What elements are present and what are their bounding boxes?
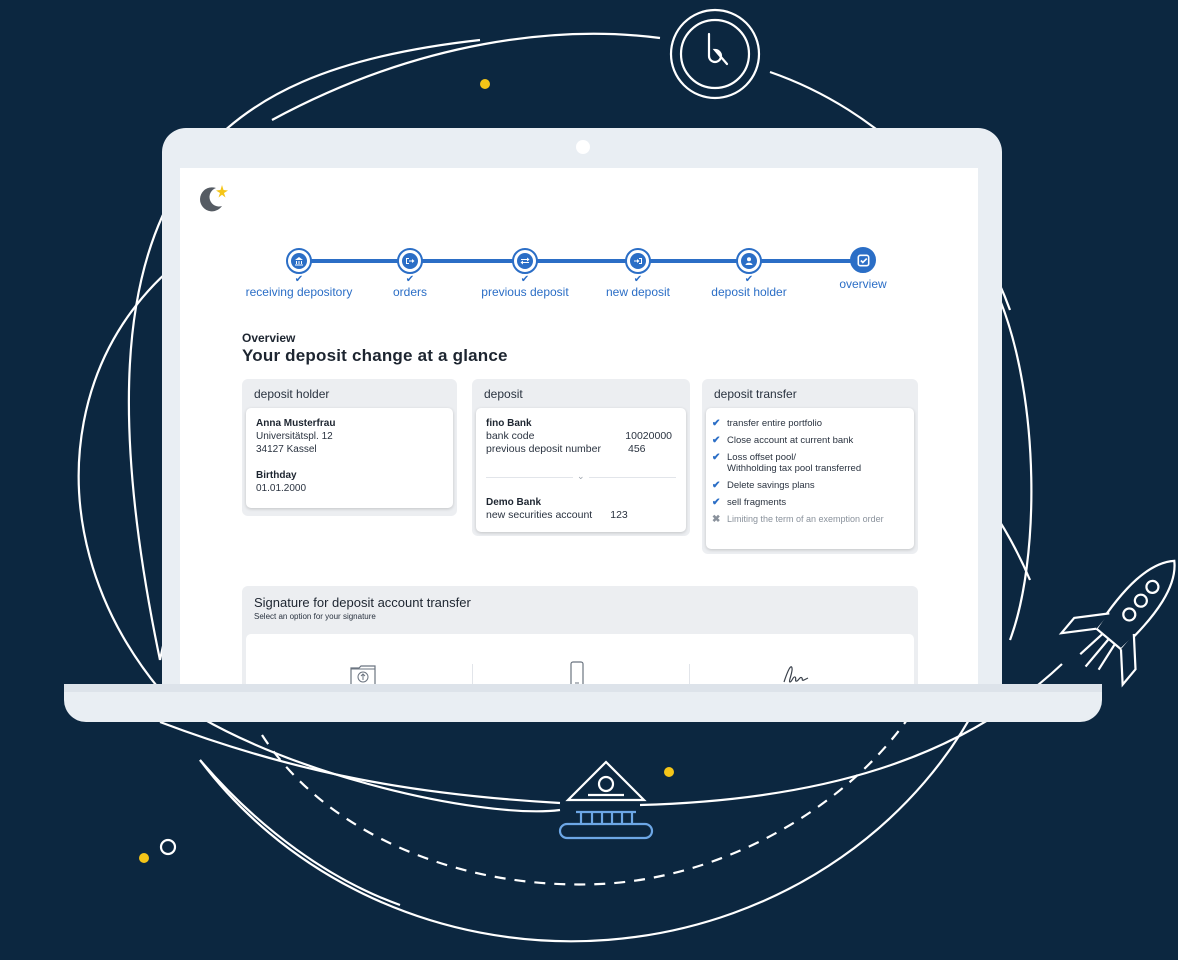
bank-building-icon <box>558 760 654 840</box>
sign-in-icon <box>634 258 642 264</box>
orbit-arc-right <box>998 299 1033 641</box>
app-screen: ✔ receiving depository ✔ orders ✔ previo… <box>180 168 978 690</box>
step-label: orders <box>392 285 427 299</box>
signature-title: Signature for deposit account transfer <box>254 595 471 610</box>
check-icon: ✔ <box>712 497 721 508</box>
card-title: deposit <box>484 387 523 401</box>
check-icon: ✔ <box>712 452 721 463</box>
exchange-icon <box>520 257 530 265</box>
step-orders[interactable]: ✔ orders <box>345 238 475 299</box>
page-title: Your deposit change at a glance <box>242 346 508 365</box>
card-title: deposit holder <box>254 387 330 401</box>
clock-icon <box>669 8 761 100</box>
yellow-dot <box>139 853 149 863</box>
transfer-option: ✔ sell fragments <box>712 497 787 508</box>
laptop-base-rim <box>64 684 1102 692</box>
deposit-holder-card: deposit holder Anna Musterfrau Universit… <box>242 379 457 516</box>
orbit-arc-top <box>271 32 661 121</box>
laptop-lid: ✔ receiving depository ✔ orders ✔ previo… <box>162 128 1002 690</box>
bank-code-value: 10020000 <box>625 430 672 442</box>
signature-options <box>246 634 914 690</box>
new-account-value: 123 <box>610 509 628 521</box>
rocket-icon <box>1058 559 1176 688</box>
chevron-down-icon: ⌄ <box>573 471 589 482</box>
signature-subtitle: Select an option for your signature <box>254 612 376 621</box>
deposit-details: fino Bank bank code 10020000 previous dep… <box>476 408 686 532</box>
holder-name: Anna Musterfrau <box>256 418 336 429</box>
transfer-option: ✔ Delete savings plans <box>712 480 815 491</box>
new-bank-name: Demo Bank <box>486 497 542 508</box>
bank-code-label: bank code <box>486 430 535 442</box>
check-icon: ✔ <box>712 418 721 429</box>
previous-deposit-value: 456 <box>628 443 646 455</box>
user-icon <box>745 257 753 265</box>
holder-details: Anna Musterfrau Universitätspl. 12 34127… <box>246 408 453 508</box>
check-icon: ✔ <box>712 435 721 446</box>
cross-icon: ✖ <box>712 514 721 525</box>
deposit-transfer-card: deposit transfer ✔ transfer entire portfo… <box>702 379 918 554</box>
old-bank-name: fino Bank <box>486 418 532 429</box>
orbit-circle-lower <box>199 699 981 943</box>
holder-city: 34127 Kassel <box>256 444 317 455</box>
transfer-option: ✔ Loss offset pool/Withholding tax pool t… <box>712 452 862 474</box>
step-previous-deposit[interactable]: ✔ previous deposit <box>460 238 590 299</box>
step-label: deposit holder <box>711 285 787 299</box>
yellow-dot <box>480 79 490 89</box>
signature-section: Signature for deposit account transfer S… <box>242 586 918 690</box>
check-icon: ✔ <box>712 480 721 491</box>
step-deposit-holder[interactable]: ✔ deposit holder <box>684 238 814 299</box>
check-icon: ✔ <box>744 274 754 285</box>
new-account-label: new securities account <box>486 509 593 521</box>
check-square-icon <box>857 254 869 266</box>
holder-street: Universitätspl. 12 <box>256 431 333 442</box>
step-label: overview <box>839 277 887 291</box>
birthday-label: Birthday <box>256 470 297 481</box>
deposit-card: deposit fino Bank bank code 10020000 prev… <box>472 379 690 536</box>
bank-icon <box>295 257 303 266</box>
laptop-camera <box>576 140 590 154</box>
previous-deposit-label: previous deposit number <box>486 443 601 455</box>
yellow-dot <box>664 767 674 777</box>
small-ring <box>159 838 177 856</box>
transfer-option-disabled: ✖ Limiting the term of an exemption order <box>712 514 884 525</box>
transfer-option: ✔ transfer entire portfolio <box>712 418 823 429</box>
step-overview[interactable]: overview <box>798 238 928 291</box>
transfer-option: ✔ Close account at current bank <box>712 435 854 446</box>
transfer-options: ✔ transfer entire portfolio ✔ Close accoun… <box>706 408 914 549</box>
holder-birthday: 01.01.2000 <box>256 483 307 494</box>
orbit-arc-bottom <box>159 720 561 805</box>
step-label: previous deposit <box>481 285 569 299</box>
check-icon: ✔ <box>405 274 415 285</box>
check-icon: ✔ <box>520 274 530 285</box>
section-label: Overview <box>242 331 296 345</box>
progress-stepper: ✔ receiving depository ✔ orders ✔ previo… <box>240 238 900 304</box>
card-title: deposit transfer <box>714 387 797 401</box>
app-logo <box>200 185 228 212</box>
sign-out-icon <box>406 258 415 264</box>
